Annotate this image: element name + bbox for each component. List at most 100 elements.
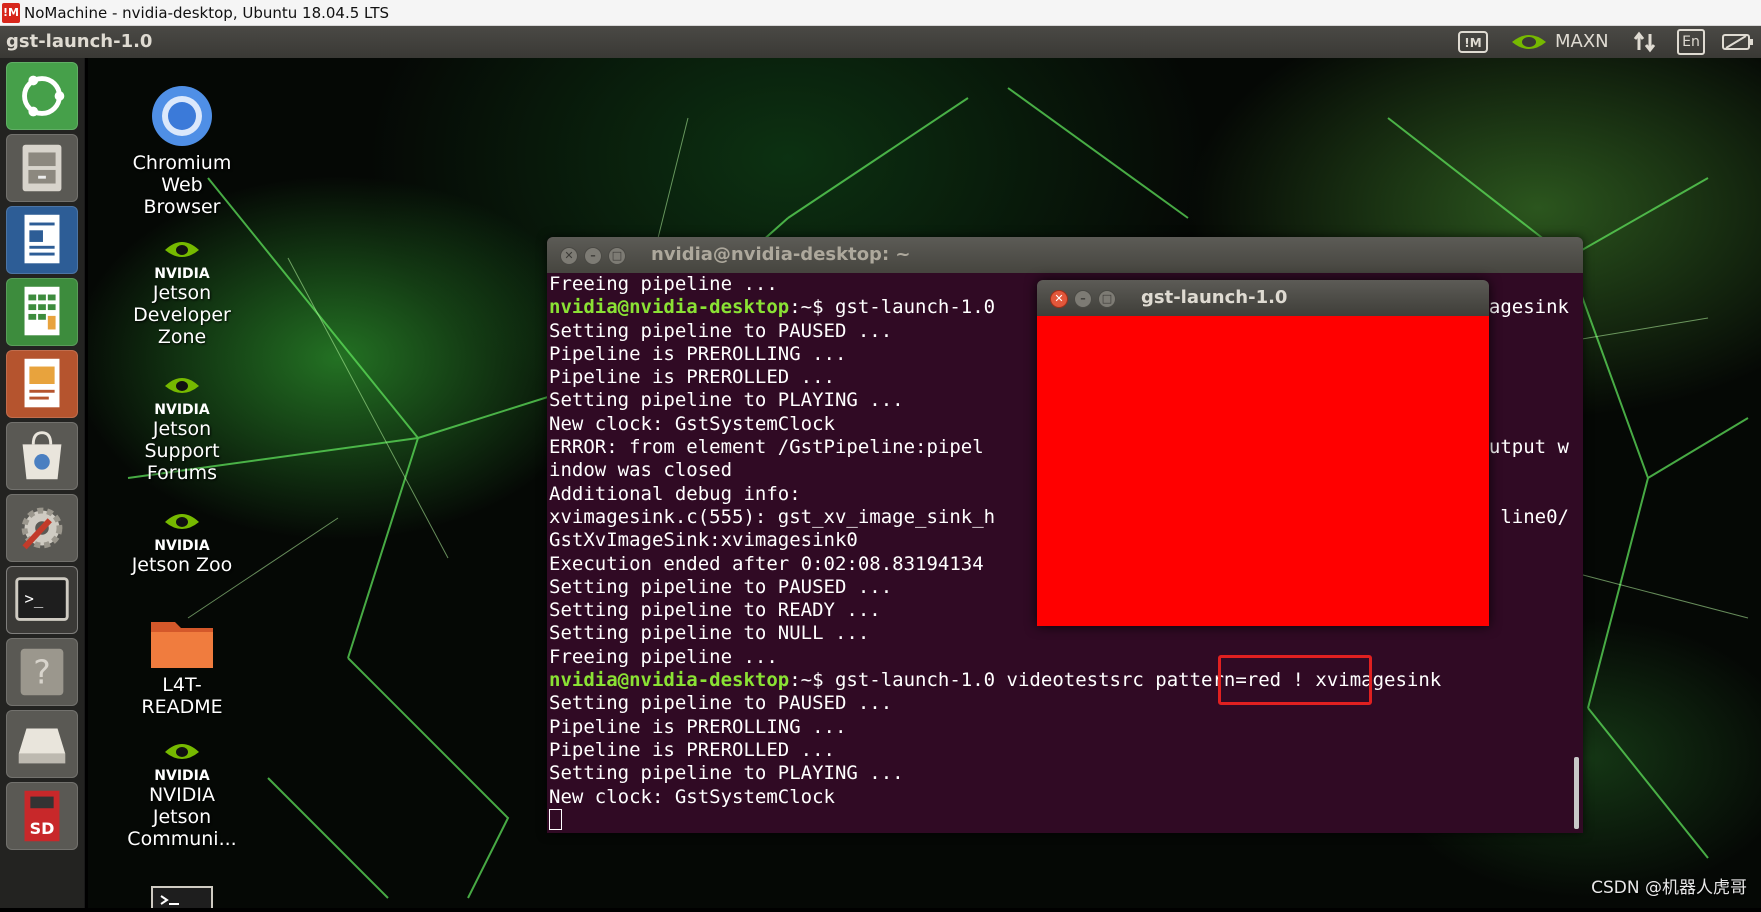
terminal-scrollbar[interactable] [1574, 757, 1579, 829]
terminal-cursor [549, 808, 562, 830]
svg-text:?: ? [33, 653, 51, 692]
shell-prompt: nvidia@nvidia-desktop [549, 296, 790, 319]
svg-text:NVIDIA: NVIDIA [154, 538, 210, 554]
gst-window-title: gst-launch-1.0 [1141, 287, 1288, 308]
terminal-line-text: Pipeline is PREROLLING ... [549, 715, 847, 738]
svg-text:NVIDIA: NVIDIA [154, 266, 210, 282]
terminal-line-tail: agesink [1488, 296, 1569, 319]
battery-icon[interactable] [1722, 30, 1754, 54]
shell-prompt: nvidia@nvidia-desktop [549, 669, 790, 692]
sd-card-icon [24, 790, 60, 842]
terminal-line: Setting pipeline to PLAYING ... [549, 762, 1569, 785]
shopping-bag-icon [22, 431, 62, 480]
terminal-maximize-button[interactable]: □ [608, 247, 626, 265]
video-output-area [1037, 316, 1489, 626]
annotation-highlight-box [1218, 655, 1372, 705]
terminal-line: Pipeline is PREROLLING ... [549, 716, 1569, 739]
desktop-icon-label: NVIDIA Jetson Communi... [127, 784, 237, 850]
launcher-files-button[interactable] [6, 134, 78, 202]
drive-icon [18, 728, 66, 764]
desktop-icon-terminal-partial[interactable] [151, 886, 213, 908]
terminal-line-text: Pipeline is PREROLLED ... [549, 738, 835, 761]
terminal-line-text: Setting pipeline to PLAYING ... [549, 389, 904, 412]
spreadsheet-icon [24, 286, 60, 336]
desktop-icon-label: Jetson Support Forums [144, 418, 220, 484]
nomachine-window-title: NoMachine - nvidia-desktop, Ubuntu 18.04… [24, 4, 390, 22]
gst-launch-window[interactable]: ✕ – □ gst-launch-1.0 [1037, 280, 1489, 626]
terminal-line: nvidia@nvidia-desktop:~$ gst-launch-1.0 … [549, 669, 1569, 692]
keyboard-layout-indicator[interactable]: En [1677, 29, 1705, 55]
launcher-calc-button[interactable] [6, 278, 78, 346]
launcher-impress-button[interactable] [6, 350, 78, 418]
launcher-sd-card-button[interactable]: SD [6, 782, 78, 850]
terminal-icon: >_ [15, 577, 69, 621]
sd-card-label: SD [29, 819, 55, 838]
gst-minimize-button[interactable]: – [1074, 290, 1092, 308]
document-writer-icon [24, 214, 60, 264]
csdn-watermark: CSDN @机器人虎哥 [1591, 878, 1747, 898]
desktop-icon-jetson-developer-zone[interactable]: NVIDIA Jetson Developer Zone [122, 234, 242, 348]
gst-maximize-button[interactable]: □ [1098, 290, 1116, 308]
desktop-icon-jetson-zoo[interactable]: NVIDIA Jetson Zoo [122, 506, 242, 576]
terminal-line-tail: line0/ [1500, 505, 1569, 528]
svg-text:>_: >_ [25, 590, 44, 608]
launcher-terminal-button[interactable]: >_ [6, 566, 78, 634]
terminal-line-text: Freeing pipeline ... [549, 273, 778, 295]
gst-close-button[interactable]: ✕ [1050, 290, 1068, 308]
launcher-help-button[interactable]: ? [6, 638, 78, 706]
help-question-icon: ? [20, 648, 64, 696]
terminal-minimize-button[interactable]: – [584, 247, 602, 265]
terminal-line: Freeing pipeline ... [549, 646, 1569, 669]
svg-text:!M: !M [1464, 36, 1481, 50]
nomachine-tray-icon[interactable]: !M [1458, 30, 1488, 54]
panel-app-title: gst-launch-1.0 [6, 31, 153, 52]
terminal-titlebar[interactable]: ✕ – □ nvidia@nvidia-desktop: ~ [547, 237, 1583, 273]
presentation-icon [24, 358, 60, 408]
power-mode-label[interactable]: MAXN [1555, 30, 1609, 54]
desktop-icon-label: Jetson Zoo [131, 554, 233, 576]
nvidia-icon[interactable] [1510, 30, 1548, 54]
launcher-dash-button[interactable] [6, 62, 78, 130]
terminal-line: Setting pipeline to PAUSED ... [549, 692, 1569, 715]
terminal-icon [160, 895, 179, 905]
desktop-icon-l4t-readme[interactable]: L4T- README [122, 614, 242, 718]
nvidia-logo-icon: NVIDIA [151, 736, 213, 784]
launcher-settings-button[interactable] [6, 494, 78, 562]
unity-launcher: >_ ? SD [0, 58, 85, 908]
terminal-line-text: indow was closed [549, 459, 733, 482]
terminal-line-text: xvimagesink.c(555): gst_xv_image_sink_h [549, 505, 996, 528]
terminal-close-button[interactable]: ✕ [560, 247, 578, 265]
terminal-line: New clock: GstSystemClock [549, 786, 1569, 809]
ubuntu-logo-icon [22, 75, 65, 117]
svg-text:NVIDIA: NVIDIA [154, 402, 210, 418]
nomachine-logo-icon: !M [2, 3, 20, 23]
desktop-icon-label: Jetson Developer Zone [133, 282, 231, 348]
terminal-line-text: New clock: GstSystemClock [549, 412, 835, 435]
terminal-cursor-line[interactable] [549, 808, 1569, 832]
nvidia-logo-icon: NVIDIA [151, 506, 213, 554]
terminal-line-text: New clock: GstSystemClock [549, 785, 835, 808]
terminal-title: nvidia@nvidia-desktop: ~ [651, 244, 911, 265]
terminal-line-text: Setting pipeline to PAUSED ... [549, 575, 893, 598]
svg-text:NVIDIA: NVIDIA [154, 768, 210, 784]
terminal-line-text: Setting pipeline to PLAYING ... [549, 762, 904, 785]
nomachine-titlebar: !M NoMachine - nvidia-desktop, Ubuntu 18… [0, 0, 1761, 26]
launcher-software-button[interactable] [6, 422, 78, 490]
terminal-line-text: :~$ gst-launch-1.0 [789, 296, 996, 319]
terminal-line: Pipeline is PREROLLED ... [549, 739, 1569, 762]
terminal-line-text: Additional debug info: [549, 482, 801, 505]
top-panel: gst-launch-1.0 !M MAXN En [0, 26, 1761, 58]
settings-gear-icon [21, 507, 63, 550]
nvidia-logo-icon: NVIDIA [151, 234, 213, 282]
gst-window-titlebar[interactable]: ✕ – □ gst-launch-1.0 [1037, 280, 1489, 316]
terminal-line-text: Execution ended after 0:02:08.83194134 [549, 552, 984, 575]
desktop-icon-label: Chromium Web Browser [132, 152, 232, 218]
launcher-drive-button[interactable] [6, 710, 78, 778]
desktop-icon-chromium[interactable]: Chromium Web Browser [122, 84, 242, 218]
launcher-writer-button[interactable] [6, 206, 78, 274]
terminal-line-text: Freeing pipeline ... [549, 645, 778, 668]
network-icon[interactable] [1632, 30, 1658, 54]
terminal-line-text: GstXvImageSink:xvimagesink0 [549, 529, 858, 552]
desktop-icon-jetson-support-forums[interactable]: NVIDIA Jetson Support Forums [122, 370, 242, 484]
desktop-icon-jetson-community[interactable]: NVIDIA NVIDIA Jetson Communi... [122, 736, 242, 850]
